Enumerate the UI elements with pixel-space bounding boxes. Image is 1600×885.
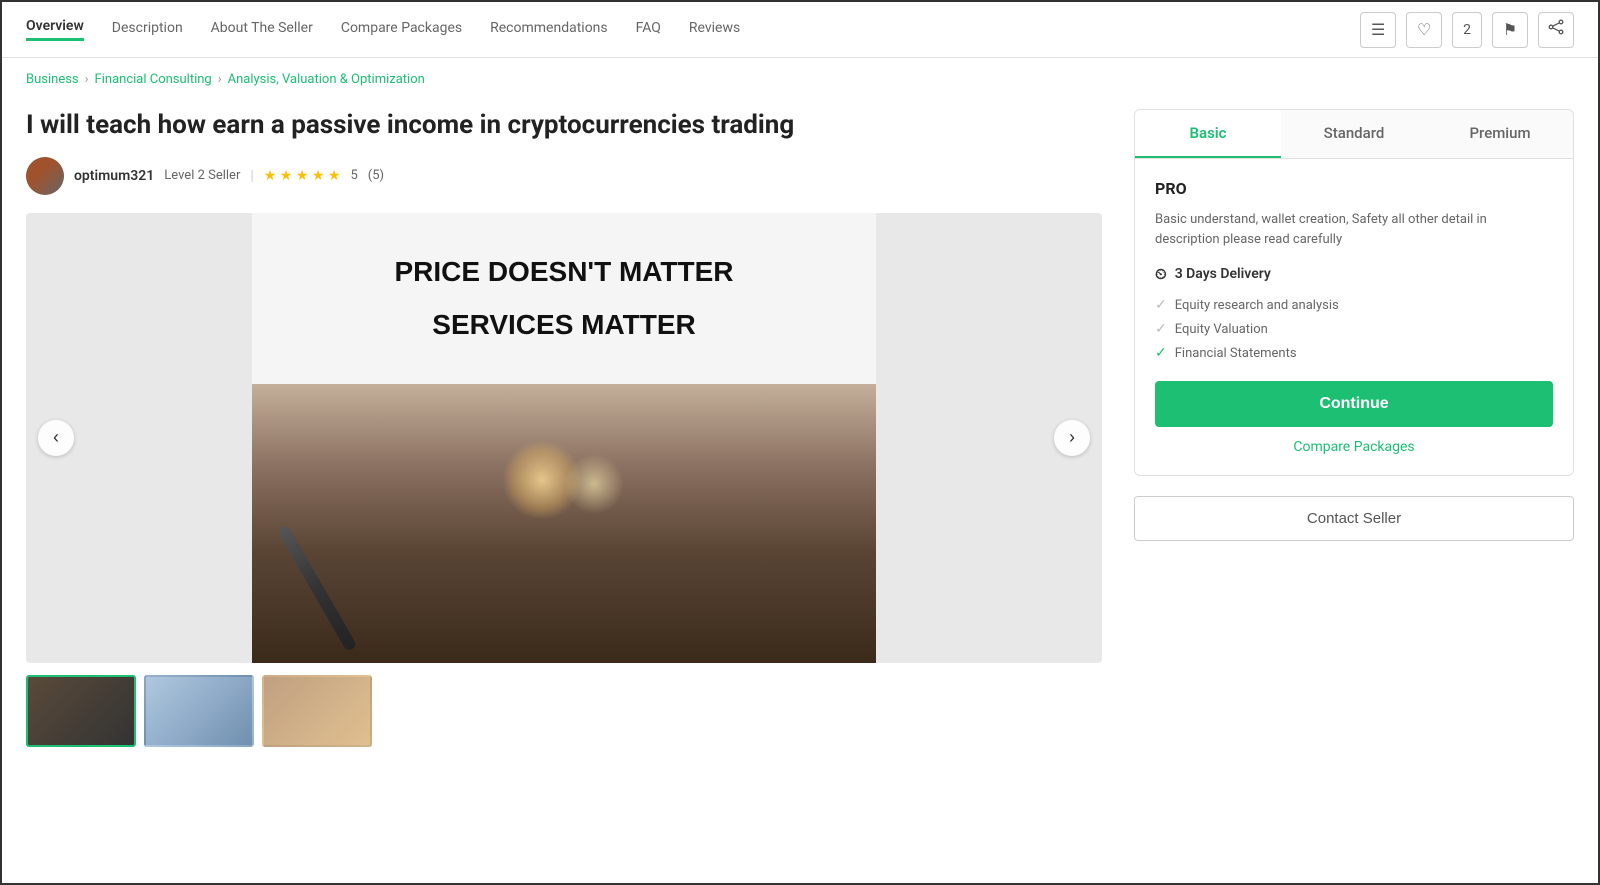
notification-badge: 2 [1452,12,1482,48]
nav-links: Overview Description About The Seller Co… [26,18,740,41]
delivery-text: 3 Days Delivery [1175,266,1271,282]
package-features: ✓ Equity research and analysis ✓ Equity … [1155,297,1553,361]
star-rating: ★ ★ ★ ★ ★ [264,168,341,184]
seller-level: Level 2 Seller [164,168,240,183]
carousel-title-line1: Price Doesn't Matter [384,245,743,299]
nav-compare-packages[interactable]: Compare Packages [341,20,462,40]
carousel-prev-button[interactable]: ‹ [38,420,74,456]
seller-name[interactable]: optimum321 [74,168,154,184]
package-tabs: Basic Standard Premium [1135,110,1573,159]
compare-packages-link[interactable]: Compare Packages [1155,439,1553,455]
seller-divider: | [250,168,253,184]
tab-basic[interactable]: Basic [1135,110,1281,158]
favorite-button[interactable]: ♡ [1406,12,1442,48]
package-body: PRO Basic understand, wallet creation, S… [1135,159,1573,475]
feature-label-3: Financial Statements [1175,346,1297,361]
avatar-image [26,157,64,195]
carousel-next-button[interactable]: › [1054,420,1090,456]
package-card: Basic Standard Premium PRO Basic underst… [1134,109,1574,476]
breadcrumb-sep-2: › [218,72,222,87]
feature-label-2: Equity Valuation [1175,322,1268,337]
flag-button[interactable]: ⚑ [1492,12,1528,48]
menu-button[interactable]: ☰ [1360,12,1396,48]
tab-premium[interactable]: Premium [1427,110,1573,158]
nav-recommendations[interactable]: Recommendations [490,20,608,40]
package-name: PRO [1155,179,1553,198]
heart-icon: ♡ [1417,20,1431,40]
feature-item-1: ✓ Equity research and analysis [1155,297,1553,313]
delivery-info: ⏲ 3 Days Delivery [1155,265,1553,283]
badge-count: 2 [1463,22,1471,38]
main-content: I will teach how earn a passive income i… [2,93,1598,763]
breadcrumb-analysis[interactable]: Analysis, Valuation & Optimization [228,72,425,87]
right-column: Basic Standard Premium PRO Basic underst… [1134,109,1574,747]
nav-faq[interactable]: FAQ [636,20,661,40]
nav-about-seller[interactable]: About The Seller [211,20,313,40]
thumbnail-strip [26,675,1102,747]
nav-actions: ☰ ♡ 2 ⚑ [1360,12,1574,48]
feature-item-2: ✓ Equity Valuation [1155,321,1553,337]
image-carousel: Price Doesn't Matter Services Matter [26,213,1102,663]
feature-item-3: ✓ Financial Statements [1155,345,1553,361]
package-description: Basic understand, wallet creation, Safet… [1155,210,1553,249]
flag-icon: ⚑ [1503,20,1517,40]
breadcrumb-financial[interactable]: Financial Consulting [95,72,212,87]
breadcrumb-sep-1: › [85,72,89,87]
share-button[interactable] [1538,12,1574,48]
thumbnail-2[interactable] [144,675,254,747]
top-navigation: Overview Description About The Seller Co… [2,2,1598,58]
thumbnail-1[interactable] [26,675,136,747]
carousel-title-line2: Services Matter [384,298,743,352]
tab-standard[interactable]: Standard [1281,110,1427,158]
gig-title: I will teach how earn a passive income i… [26,109,1102,143]
clock-icon: ⏲ [1155,265,1167,283]
left-column: I will teach how earn a passive income i… [26,109,1102,747]
share-icon [1548,19,1564,40]
check-icon-3: ✓ [1155,345,1167,361]
thumbnail-3[interactable] [262,675,372,747]
feature-label-1: Equity research and analysis [1175,298,1339,313]
breadcrumb: Business › Financial Consulting › Analys… [2,58,1598,93]
breadcrumb-business[interactable]: Business [26,72,79,87]
menu-icon: ☰ [1371,20,1385,40]
check-icon-1: ✓ [1155,297,1167,313]
nav-description[interactable]: Description [112,20,183,40]
carousel-main-image: Price Doesn't Matter Services Matter [26,213,1102,663]
avatar[interactable] [26,157,64,195]
contact-seller-button[interactable]: Contact Seller [1134,496,1574,541]
seller-row: optimum321 Level 2 Seller | ★ ★ ★ ★ ★ 5 … [26,157,1102,195]
nav-reviews[interactable]: Reviews [689,20,740,40]
rating-number: 5 [350,168,357,183]
nav-overview[interactable]: Overview [26,18,84,41]
continue-button[interactable]: Continue [1155,381,1553,427]
check-icon-2: ✓ [1155,321,1167,337]
rating-count: (5) [368,168,384,183]
